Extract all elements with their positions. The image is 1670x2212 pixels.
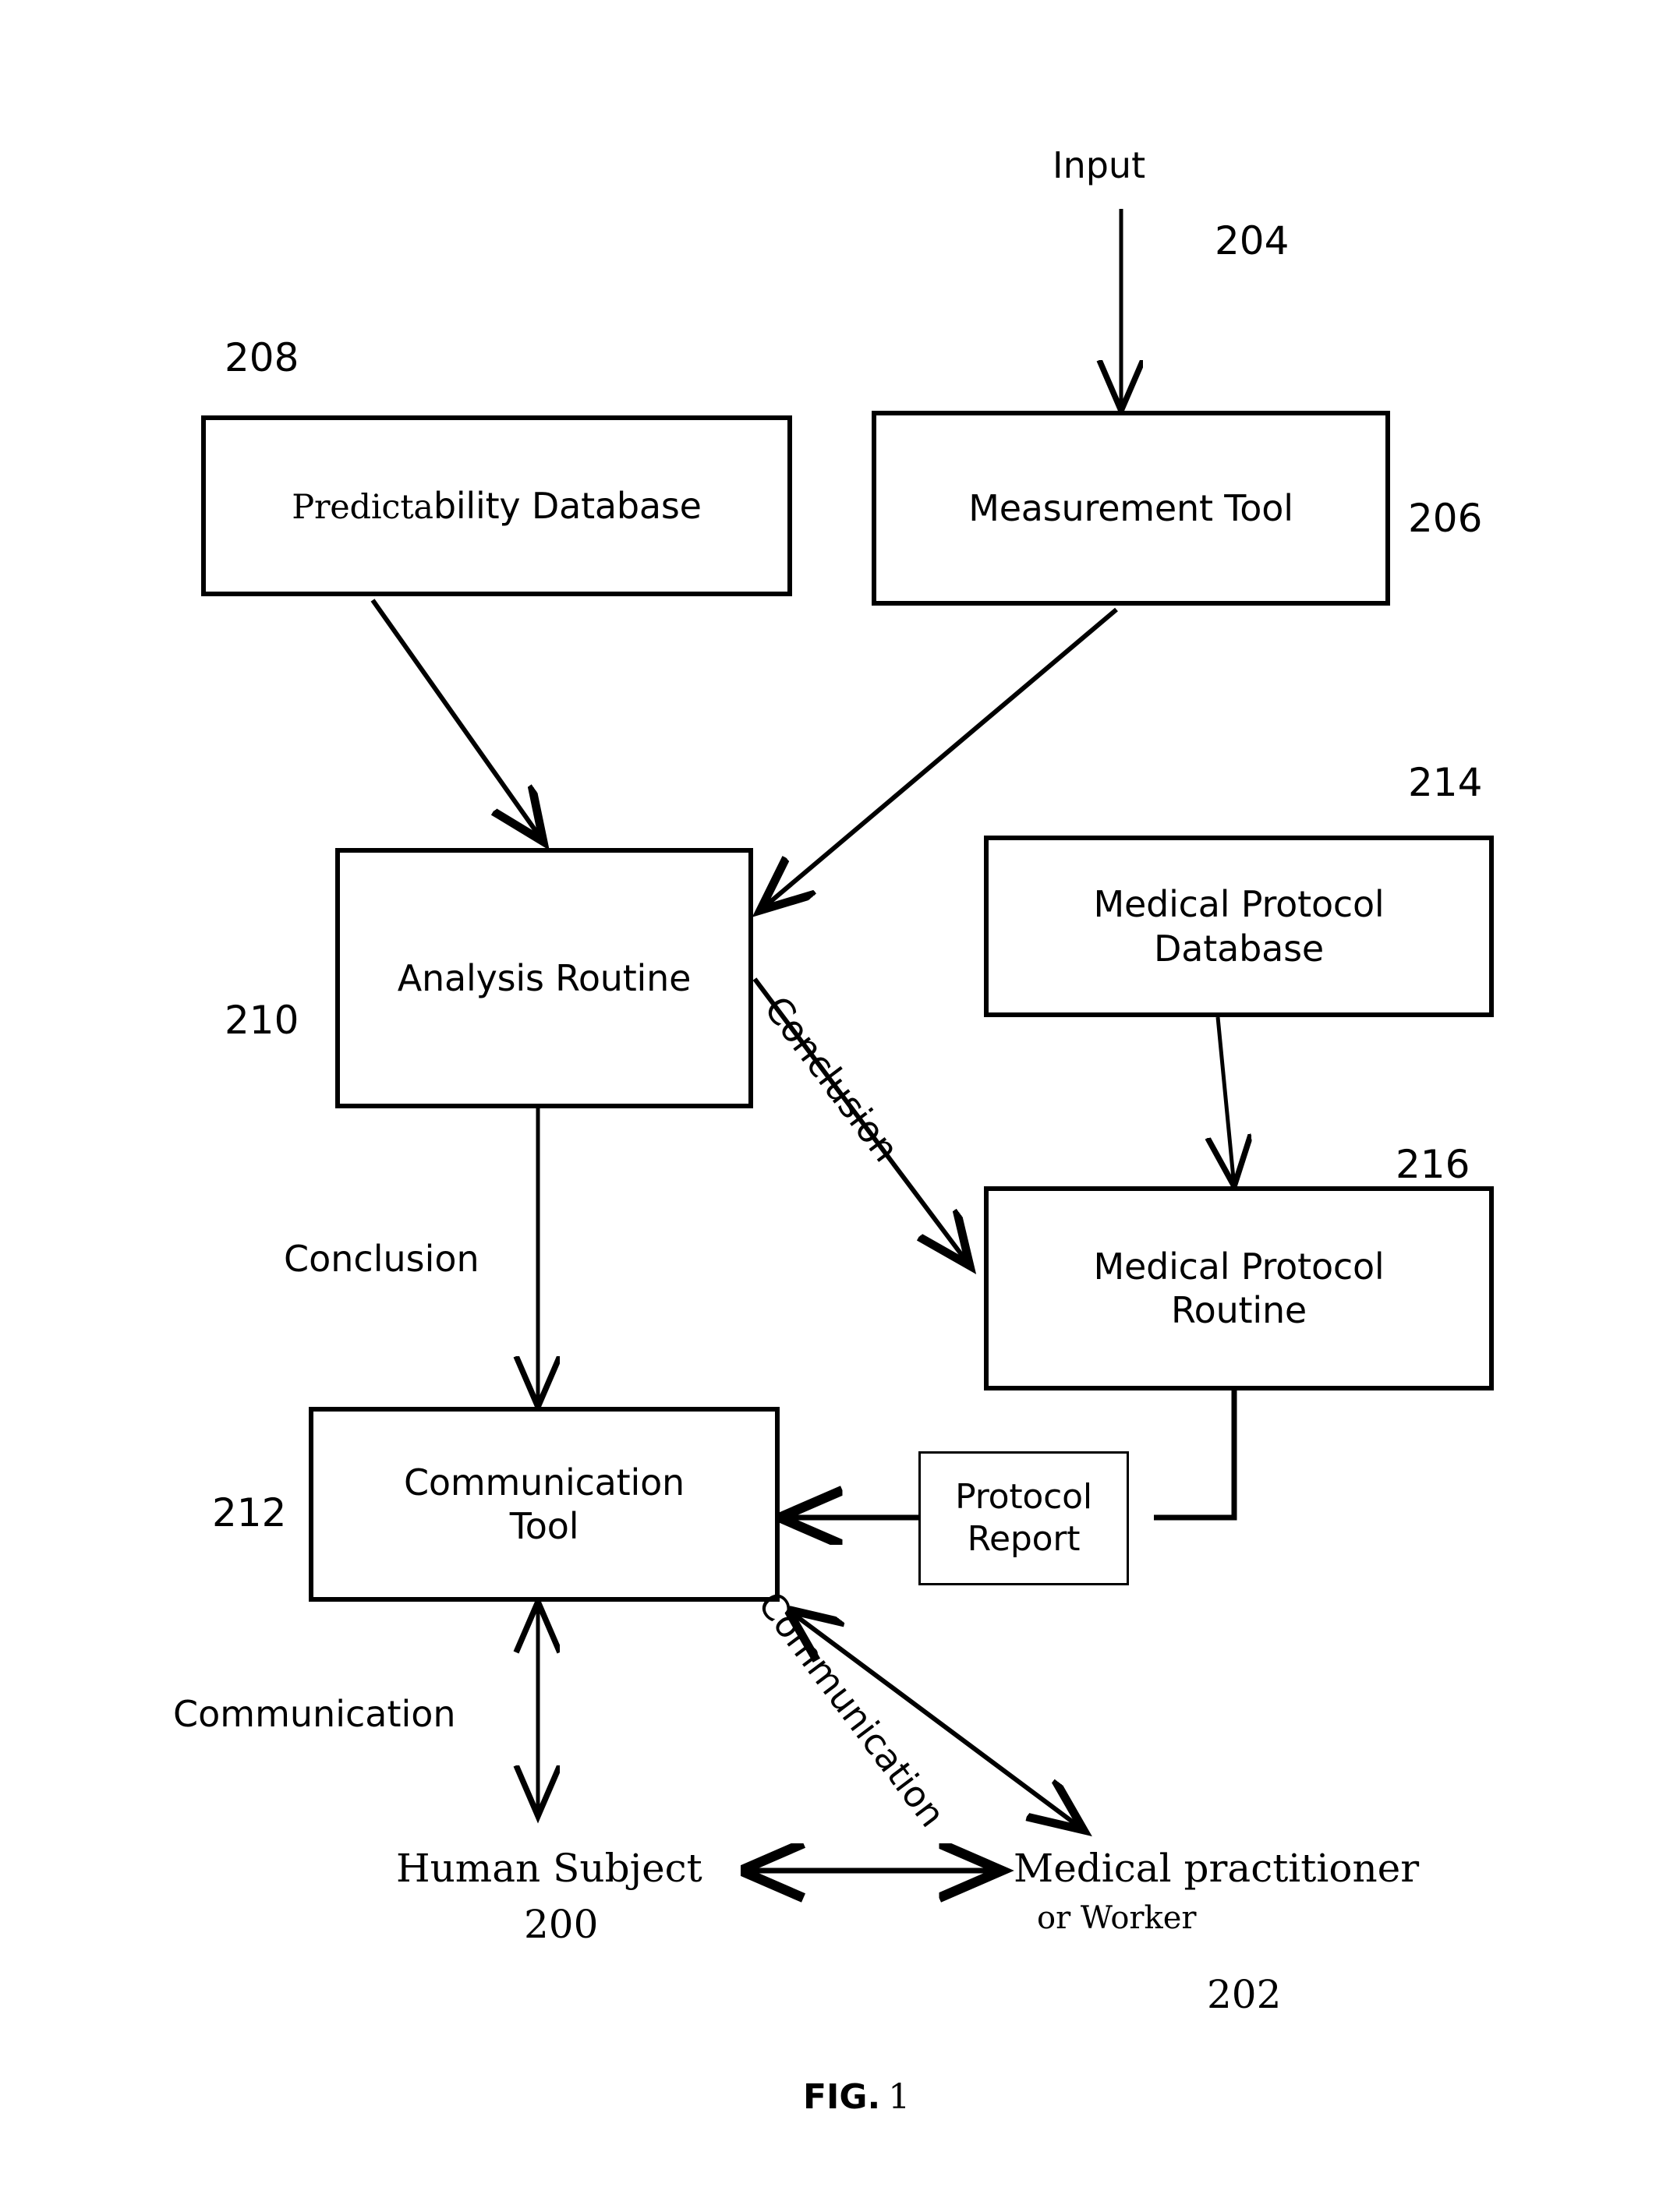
edge-predictability-to-analysis bbox=[370, 599, 543, 842]
ref-216: 216 bbox=[1396, 1142, 1470, 1187]
ref-200: 200 bbox=[524, 1902, 599, 1947]
node-measurement-tool[interactable]: Measurement Tool bbox=[872, 411, 1390, 606]
actor-medical-practitioner-label: Medical practitioner bbox=[1014, 1846, 1420, 1891]
node-medical-protocol-database[interactable]: Medical Protocol Database bbox=[984, 836, 1494, 1017]
node-predictability-database-label: Predictability Database bbox=[292, 484, 702, 528]
ref-214: 214 bbox=[1408, 760, 1483, 805]
edge-label-conclusion-diagonal: Conclusion bbox=[755, 988, 908, 1170]
node-analysis-routine[interactable]: Analysis Routine bbox=[335, 848, 753, 1108]
edge-label-communication-vertical: Communication bbox=[173, 1693, 456, 1735]
node-predictability-database[interactable]: Predictability Database bbox=[201, 415, 792, 596]
node-protocol-report-label: Protocol Report bbox=[955, 1477, 1092, 1559]
node-medical-protocol-routine[interactable]: Medical Protocol Routine bbox=[984, 1186, 1494, 1390]
node-protocol-report[interactable]: Protocol Report bbox=[918, 1451, 1129, 1585]
node-medical-protocol-routine-label: Medical Protocol Routine bbox=[1093, 1245, 1385, 1331]
ref-204: 204 bbox=[1215, 218, 1290, 263]
node-predictability-database-label-sans: bility Database bbox=[433, 484, 702, 527]
node-communication-tool[interactable]: Communication Tool bbox=[309, 1407, 780, 1602]
node-medical-protocol-database-label: Medical Protocol Database bbox=[1093, 883, 1385, 970]
ref-208: 208 bbox=[225, 335, 299, 380]
ref-210: 210 bbox=[225, 998, 299, 1043]
figure-caption-word: FIG. bbox=[803, 2077, 881, 2117]
patent-figure-1: Input 204 208 Predictability Database Me… bbox=[0, 0, 1670, 2212]
figure-caption: FIG. 1 bbox=[803, 2077, 910, 2117]
edge-label-conclusion-vertical: Conclusion bbox=[284, 1238, 479, 1280]
ref-206: 206 bbox=[1408, 496, 1483, 541]
actor-medical-practitioner-sublabel: or Worker bbox=[1037, 1900, 1197, 1936]
node-analysis-routine-label: Analysis Routine bbox=[397, 956, 692, 999]
node-measurement-tool-label: Measurement Tool bbox=[968, 486, 1293, 529]
ref-212: 212 bbox=[212, 1490, 287, 1535]
node-communication-tool-label: Communication Tool bbox=[404, 1461, 685, 1547]
node-predictability-database-label-serif: Predicta bbox=[292, 487, 433, 527]
ref-202: 202 bbox=[1207, 1972, 1282, 2017]
edge-protocol-routine-to-protocol-report bbox=[1154, 1390, 1237, 1521]
figure-caption-number: 1 bbox=[888, 2077, 911, 2117]
input-label: Input bbox=[1053, 144, 1146, 186]
edge-protocol-database-to-protocol-routine bbox=[1218, 1016, 1234, 1186]
edge-label-communication-diagonal: Communication bbox=[749, 1584, 954, 1836]
actor-human-subject-label: Human Subject bbox=[396, 1846, 702, 1891]
